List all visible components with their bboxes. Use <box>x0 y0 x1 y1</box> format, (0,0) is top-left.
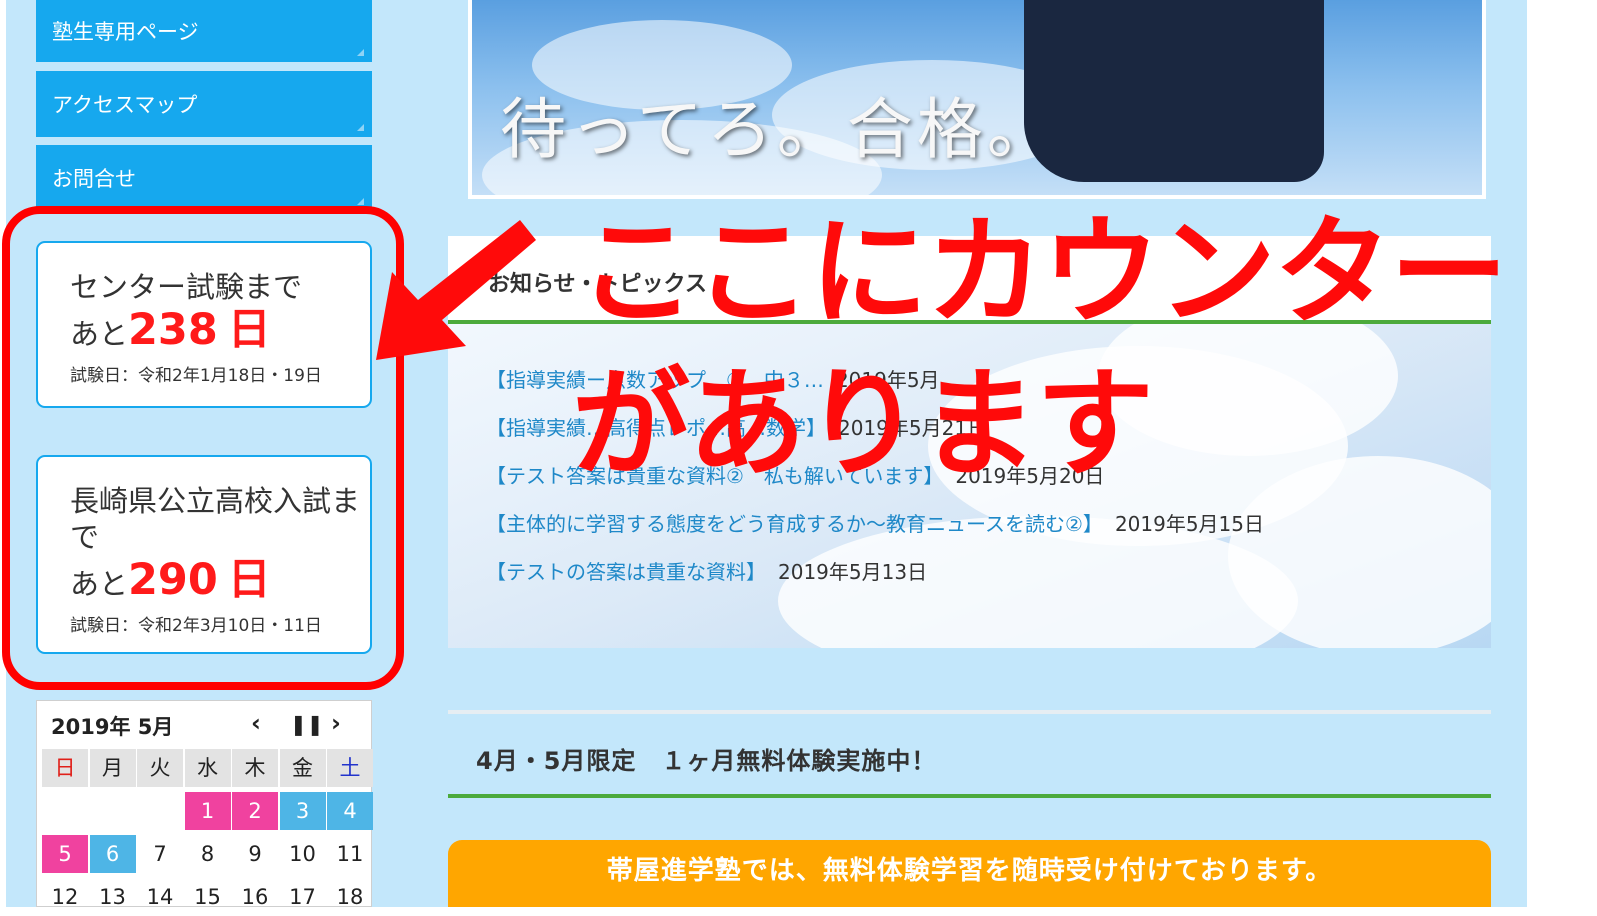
nav-access-map[interactable]: アクセスマップ <box>36 71 372 137</box>
calendar-weekday-header: 木 <box>232 749 278 787</box>
calendar-day[interactable]: 6 <box>89 835 136 873</box>
news-date: 2019年5月15日 <box>1114 512 1265 536</box>
news-item[interactable]: 【主体的に学習する態度をどう育成するか～教育ニュースを読む②】 2019年5月15… <box>486 508 1264 556</box>
calendar-weekday-header: 日 <box>42 749 88 787</box>
calendar-day <box>90 792 136 830</box>
calendar-day[interactable]: 4 <box>327 792 373 830</box>
calendar-day[interactable]: 9 <box>232 835 278 873</box>
nav-member-page-label: 塾生専用ページ <box>52 20 199 44</box>
calendar-day[interactable]: 17 <box>280 878 326 916</box>
calendar-day[interactable]: 13 <box>90 878 136 916</box>
nav-contact-label: お問合せ <box>52 167 136 191</box>
calendar-day[interactable]: 14 <box>137 878 183 916</box>
nav-contact[interactable]: お問合せ <box>36 145 372 211</box>
corner-triangle-icon <box>357 49 364 56</box>
calendar-weekday-header: 月 <box>89 749 136 787</box>
annotation-line-1: ここにカウンター <box>578 203 1508 341</box>
calendar-prev-button[interactable]: ‹ <box>251 709 261 737</box>
corner-triangle-icon <box>357 124 364 131</box>
free-trial-banner[interactable]: 帯屋進学塾では、無料体験学習を随時受け付けております。 <box>448 840 1491 907</box>
calendar-widget: 2019年 5月 ‹ ❚❚ › 日月火水木金土 1 2 3 4 5 6 7 8 9 10 11 12 13… <box>36 700 373 909</box>
calendar-day[interactable]: 15 <box>185 878 231 916</box>
annotation-line-2: があります <box>572 355 1154 493</box>
calendar-weekday-header: 水 <box>184 749 231 787</box>
calendar-day[interactable]: 8 <box>185 835 231 873</box>
calendar-day[interactable]: 3 <box>279 792 326 830</box>
calendar-next-button[interactable]: › <box>331 709 341 737</box>
calendar-day[interactable]: 7 <box>137 835 183 873</box>
hero-banner: 待ってろ。合格。 <box>468 0 1486 199</box>
campaign-section: 4月・5月限定 １ヶ月無料体験実施中！ <box>448 710 1491 798</box>
news-link[interactable]: 【テストの答案は貴重な資料】 <box>486 560 766 584</box>
calendar-day[interactable]: 10 <box>280 835 326 873</box>
calendar-day[interactable]: 16 <box>232 878 278 916</box>
calendar-pause-button[interactable]: ❚❚ <box>290 712 324 736</box>
campaign-title: 4月・5月限定 １ヶ月無料体験実施中！ <box>476 747 937 775</box>
calendar-weekday-header: 火 <box>137 749 183 787</box>
calendar-day[interactable]: 11 <box>327 835 373 873</box>
nav-member-page[interactable]: 塾生専用ページ <box>36 0 372 62</box>
student-silhouette <box>1024 0 1324 182</box>
calendar-day[interactable]: 1 <box>184 792 231 830</box>
calendar-day <box>137 792 183 830</box>
calendar-day <box>42 792 88 830</box>
red-arrow-icon <box>376 220 536 360</box>
free-trial-banner-text: 帯屋進学塾では、無料体験学習を随時受け付けております。 <box>606 856 1333 886</box>
news-date: 2019年5月13日 <box>778 560 928 584</box>
calendar-day[interactable]: 18 <box>327 878 373 916</box>
annotation-highlight-frame <box>2 206 404 690</box>
news-item[interactable]: 【テストの答案は貴重な資料】 2019年5月13日 <box>486 556 1264 604</box>
calendar-day[interactable]: 12 <box>42 878 88 916</box>
calendar-weekday-header: 土 <box>327 749 373 787</box>
calendar-day[interactable]: 2 <box>232 792 278 830</box>
hero-slogan: 待ってろ。合格。 <box>500 91 1057 168</box>
news-link[interactable]: 【主体的に学習する態度をどう育成するか～教育ニュースを読む②】 <box>486 512 1103 536</box>
corner-triangle-icon <box>357 198 364 205</box>
calendar-weekday-header: 金 <box>279 749 326 787</box>
calendar-day[interactable]: 5 <box>42 835 88 873</box>
calendar-title: 2019年 5月 <box>51 715 174 739</box>
nav-access-map-label: アクセスマップ <box>52 93 198 117</box>
